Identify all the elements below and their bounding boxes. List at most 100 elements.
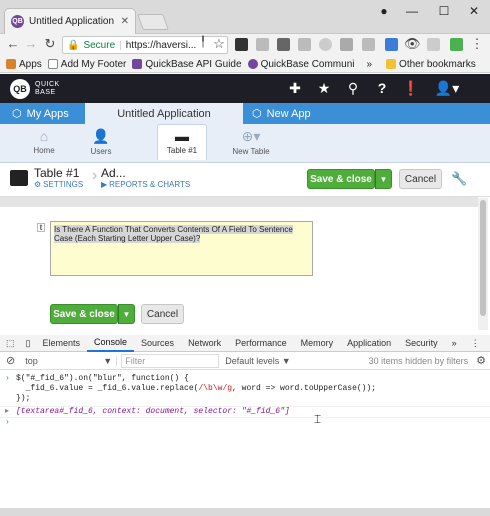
tab-network[interactable]: Network [181,335,228,352]
save-options-dropdown-top[interactable]: ▼ [375,169,392,189]
alert-icon[interactable]: ❗ [400,78,422,98]
console-prompt[interactable]: › [0,417,490,427]
clear-console-icon[interactable]: ⊘ [0,354,21,367]
breadcrumb-separator-icon: › [92,167,98,184]
quickbase-logo[interactable]: QB QUICK BASE [10,79,60,99]
tab-my-apps[interactable]: ⬡ My Apps [12,103,69,124]
console-filter-bar: ⊘ top ▼ Filter Default levels ▼ 30 items … [0,352,490,370]
bookmark-api-guide[interactable]: QuickBase API Guide [132,59,242,70]
save-options-dropdown-bottom[interactable]: ▼ [118,304,135,324]
bookmark-star-icon[interactable]: ☆ [212,36,226,52]
forward-arrow-icon[interactable]: → [24,36,38,51]
pin-icon[interactable]: ╿ [196,37,210,48]
folder-icon: ▬ [175,128,189,144]
bookmarks-overflow[interactable]: » [366,59,372,70]
log-levels-dropdown[interactable]: Default levels ▼ [225,356,290,366]
extension-icon[interactable] [298,38,311,51]
save-close-button-bottom[interactable]: Save & close [50,304,118,324]
quickbase-favicon-icon: QB [11,15,24,28]
nav-table-1[interactable]: ▬ Table #1 [157,124,207,160]
wrench-icon[interactable]: 🔧 [451,171,467,187]
bookmark-community[interactable]: QuickBase Communi [247,59,354,70]
other-bookmarks[interactable]: Other bookmarks [386,59,476,70]
folder-icon [386,59,397,69]
minimize-button[interactable]: — [396,0,428,22]
extension-icon[interactable] [256,38,269,51]
new-app-icon: ⬡ [252,108,262,120]
search-icon[interactable]: ⚲ [342,78,364,98]
close-window-button[interactable]: ✕ [458,0,490,22]
field-type-marker: t [37,223,45,232]
console-output[interactable]: › $("#_fid_6").on("blur", function() { _f… [0,371,490,427]
form-header-strip [0,197,478,207]
maximize-button[interactable]: ☐ [428,0,460,22]
tab-application[interactable]: Application [340,335,398,352]
secure-label: Secure [83,39,116,51]
device-toolbar-icon[interactable]: ▯ [21,335,36,352]
extension-icon[interactable] [319,38,332,51]
new-tab-button[interactable] [137,14,169,30]
nav-home[interactable]: ⌂ Home [19,128,69,155]
cube-icon: ⬡ [12,108,22,120]
nav-users[interactable]: 👤 Users [76,128,126,156]
table-name: Table #1 [34,166,80,180]
reload-icon[interactable]: ↻ [43,36,57,52]
console-filter-input[interactable]: Filter [121,353,220,368]
mouse-cursor-icon: ⌶ [314,412,322,426]
extension-icon[interactable] [235,38,248,51]
nav-new-table[interactable]: ⊕▾ New Table [225,128,277,156]
bookmark-apps[interactable]: Apps [6,59,42,70]
extension-icon[interactable] [277,38,290,51]
user-menu-icon[interactable]: 👤▾ [430,78,464,98]
form-scrollbar-thumb[interactable] [480,200,486,316]
console-settings-gear-icon[interactable]: ⚙ [472,354,490,367]
close-tab-icon[interactable]: ✕ [121,16,129,27]
tab-console[interactable]: Console [87,335,135,352]
tab-sources[interactable]: Sources [134,335,181,352]
back-arrow-icon[interactable]: ← [6,36,20,51]
context-selector[interactable]: top ▼ [21,355,118,366]
devtools-menu-icon[interactable]: ⋮ [464,335,487,352]
plus-icon[interactable]: ✚ [284,78,306,98]
tab-security[interactable]: Security [398,335,445,352]
tab-current-app[interactable]: Untitled Application [85,103,243,124]
eye-extension-icon[interactable]: 👁 [404,36,421,52]
sentence-case-textarea[interactable]: Is There A Function That Converts Conten… [50,221,313,276]
reports-charts-link[interactable]: ▶ REPORTS & CHARTS [101,180,190,189]
star-icon[interactable]: ★ [313,78,335,98]
tab-new-app[interactable]: ⬡ New App [252,103,311,124]
quickbase-icon [132,59,143,69]
pen-extension-icon[interactable] [385,38,398,51]
table-breadcrumb: Table #1 ⚙ SETTINGS [34,166,83,189]
extension-icon[interactable] [450,38,463,51]
users-icon: 👤 [92,128,110,144]
new-table-icon: ⊕▾ [241,128,261,144]
tab-elements[interactable]: Elements [35,335,87,352]
devtools-tabs: ⬚ ▯ Elements Console Sources Network Per… [0,335,490,352]
settings-link[interactable]: ⚙ SETTINGS [34,180,83,189]
prompt-chevron-icon: › [5,374,10,383]
extension-icon[interactable] [340,38,353,51]
app-tabs-bar [0,103,490,124]
lock-icon: 🔒 [67,39,80,51]
tab-performance[interactable]: Performance [228,335,294,352]
more-tabs[interactable]: » [445,335,464,352]
bookmark-add-my-footer[interactable]: Add My Footer [47,59,126,70]
console-input-line: _fid_6.value = _fid_6.value.replace(/\b\… [16,384,377,393]
help-icon[interactable]: ? [371,78,393,98]
cancel-button-bottom[interactable]: Cancel [141,304,184,324]
console-input-line: }); [16,394,31,403]
chrome-menu-icon[interactable]: ⋮ [470,36,484,52]
cancel-button-top[interactable]: Cancel [399,169,442,189]
home-icon: ⌂ [39,128,49,144]
browser-tab[interactable]: QB Untitled Application - Ad ✕ [4,8,136,34]
page-icon [47,59,58,69]
extension-icon[interactable] [427,38,440,51]
extension-icon[interactable] [362,38,375,51]
inspect-icon[interactable]: ⬚ [0,335,21,352]
url-text: https://haversi... [125,39,197,51]
tab-memory[interactable]: Memory [294,335,341,352]
save-close-button-top[interactable]: Save & close [307,169,375,189]
expand-triangle-icon[interactable]: ▸ [5,407,9,417]
console-result-line[interactable]: ▸ [textarea#_fid_6, context: document, se… [0,406,490,417]
